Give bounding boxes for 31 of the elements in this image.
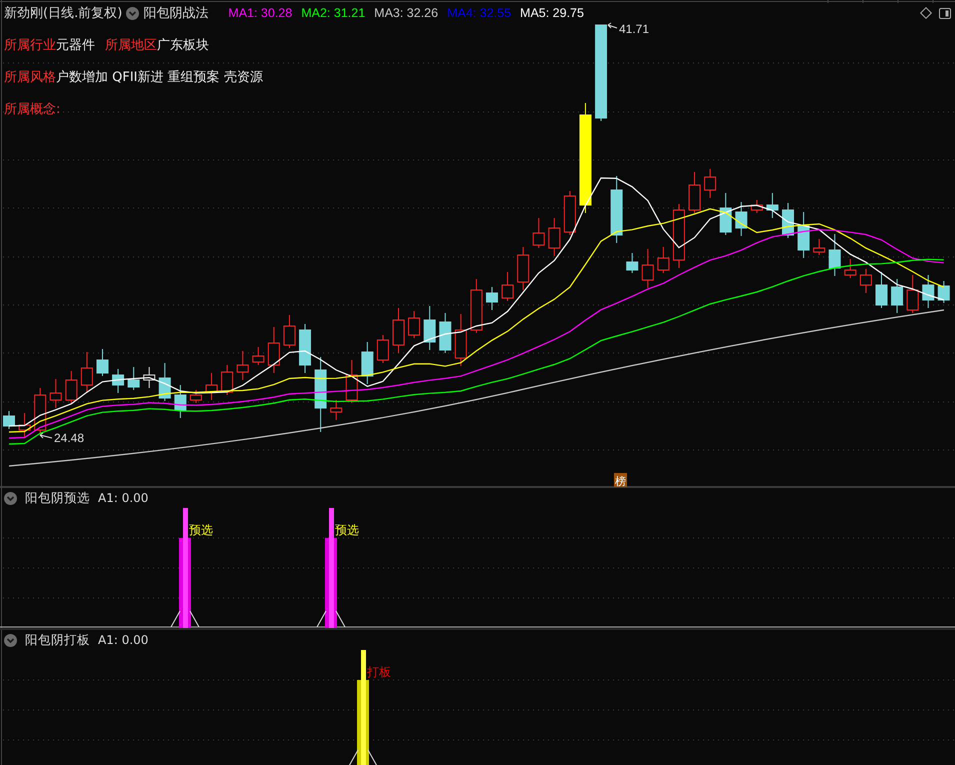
indicator-name[interactable]: 阳包阴战法 bbox=[143, 4, 208, 22]
ma-value: MA2: 31.21 bbox=[301, 6, 366, 20]
field-label: 所属概念: bbox=[4, 101, 60, 118]
stock-title: 新劲刚(日线.前复权) bbox=[4, 5, 122, 22]
diamond-icon[interactable] bbox=[920, 7, 932, 19]
signal-label: 预选 bbox=[189, 523, 213, 537]
indicator-name[interactable]: 阳包阴打板 bbox=[25, 632, 90, 648]
list-badge: 榜 bbox=[614, 473, 627, 488]
indicator-name[interactable]: 阳包阴预选 bbox=[25, 490, 90, 506]
field-label: 所属地区 bbox=[105, 37, 157, 54]
dropdown-icon[interactable] bbox=[4, 634, 17, 646]
signal-label: 预选 bbox=[335, 523, 359, 537]
signal-label: 打板 bbox=[367, 665, 391, 679]
ma-value: MA3: 32.26 bbox=[374, 6, 438, 20]
indicator-value: A1: 0.00 bbox=[98, 633, 148, 647]
dropdown-icon[interactable] bbox=[4, 492, 17, 504]
field-value: 户数增加 QFII新进 重组预案 壳资源 bbox=[56, 69, 263, 86]
dropdown-icon[interactable] bbox=[126, 6, 140, 20]
low-price-label: 24.48 bbox=[54, 431, 84, 445]
field-value: 广东板块 bbox=[157, 37, 209, 54]
leader-line bbox=[40, 432, 52, 438]
ma-value: MA1: 30.28 bbox=[228, 6, 292, 20]
ma-value: MA5: 29.75 bbox=[520, 6, 584, 20]
layout-icon[interactable] bbox=[939, 8, 951, 18]
ma-value: MA4: 32.55 bbox=[447, 6, 512, 20]
indicator-value: A1: 0.00 bbox=[98, 491, 148, 505]
field-label: 所属风格 bbox=[4, 69, 56, 86]
high-price-label: 41.71 bbox=[619, 22, 650, 36]
field-label: 所属行业 bbox=[4, 37, 56, 54]
leader-line bbox=[608, 22, 618, 28]
field-value: 元器件 bbox=[56, 37, 95, 54]
